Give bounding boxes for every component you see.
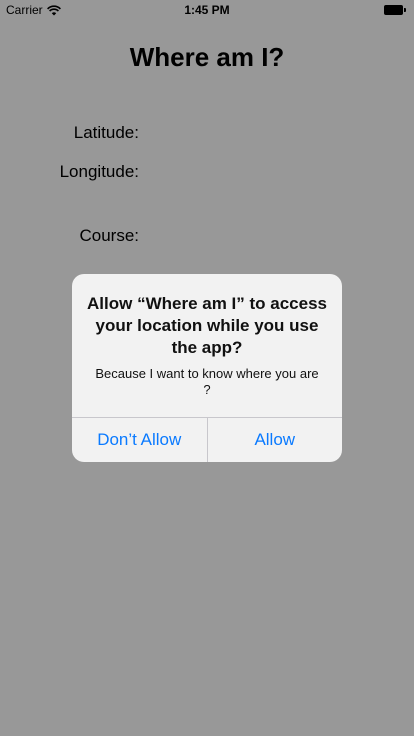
- allow-button[interactable]: Allow: [206, 418, 343, 462]
- latitude-label: Latitude:: [73, 123, 139, 142]
- battery-icon: [384, 5, 406, 15]
- longitude-label: Longitude:: [59, 162, 139, 181]
- status-time: 1:45 PM: [184, 3, 230, 17]
- alert-actions: Don’t Allow Allow: [72, 417, 342, 462]
- status-bar: Carrier 1:45 PM: [0, 0, 414, 20]
- course-label: Course:: [79, 226, 139, 245]
- alert-message: Because I want to know where you are ?: [95, 366, 319, 397]
- page-title: Where am I?: [129, 42, 285, 72]
- location-permission-alert: Allow “Where am I” to access your locati…: [72, 274, 342, 462]
- alert-title: Allow “Where am I” to access your locati…: [87, 294, 327, 357]
- dont-allow-button[interactable]: Don’t Allow: [72, 418, 207, 462]
